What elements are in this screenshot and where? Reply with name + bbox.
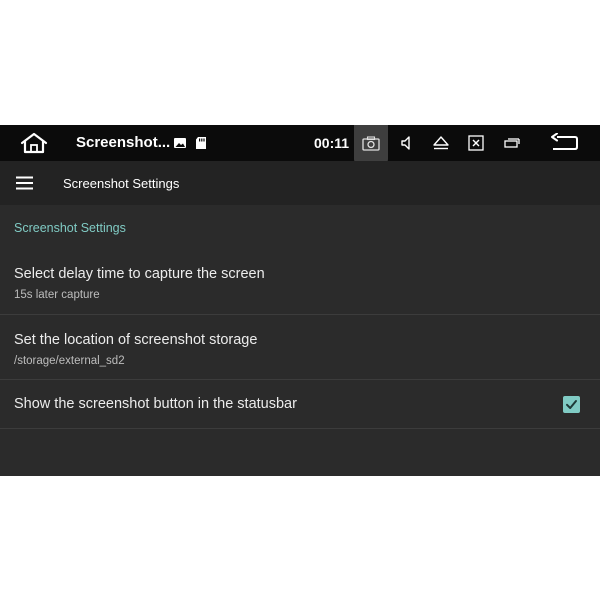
show-button-checkbox[interactable] bbox=[563, 396, 580, 413]
toolbar-title: Screenshot Settings bbox=[63, 176, 180, 191]
setting-capture-delay[interactable]: Select delay time to capture the screen … bbox=[0, 249, 600, 315]
close-window-icon[interactable] bbox=[467, 134, 485, 152]
setting-storage-location[interactable]: Set the location of screenshot storage /… bbox=[0, 315, 600, 380]
clock: 00:11 bbox=[314, 135, 350, 151]
app-title: Screenshot... bbox=[76, 134, 171, 151]
setting-title: Set the location of screenshot storage bbox=[14, 332, 258, 348]
volume-icon[interactable] bbox=[398, 134, 416, 152]
settings-list: Screenshot Settings Select delay time to… bbox=[0, 205, 600, 476]
settings-category-header: Screenshot Settings bbox=[14, 221, 126, 235]
setting-summary: 15s later capture bbox=[14, 289, 100, 301]
home-icon[interactable] bbox=[20, 132, 48, 154]
status-bar: Screenshot... 00:11 bbox=[0, 125, 600, 165]
sd-card-icon bbox=[196, 137, 206, 149]
eject-icon[interactable] bbox=[432, 134, 450, 152]
screenshot-icon bbox=[362, 136, 380, 151]
menu-icon[interactable] bbox=[15, 175, 35, 191]
minimize-icon[interactable] bbox=[503, 134, 521, 152]
checkmark-icon bbox=[566, 400, 577, 409]
screenshot-button[interactable] bbox=[354, 125, 388, 165]
setting-summary: /storage/external_sd2 bbox=[14, 355, 125, 367]
setting-title: Select delay time to capture the screen bbox=[14, 266, 265, 282]
setting-title: Show the screenshot button in the status… bbox=[14, 396, 297, 412]
image-icon bbox=[174, 138, 186, 148]
setting-show-statusbar-button[interactable]: Show the screenshot button in the status… bbox=[0, 380, 600, 429]
app-toolbar: Screenshot Settings bbox=[0, 161, 600, 205]
android-screen: Screenshot... 00:11 Screenshot Settings … bbox=[0, 125, 600, 476]
back-icon[interactable] bbox=[549, 133, 579, 153]
